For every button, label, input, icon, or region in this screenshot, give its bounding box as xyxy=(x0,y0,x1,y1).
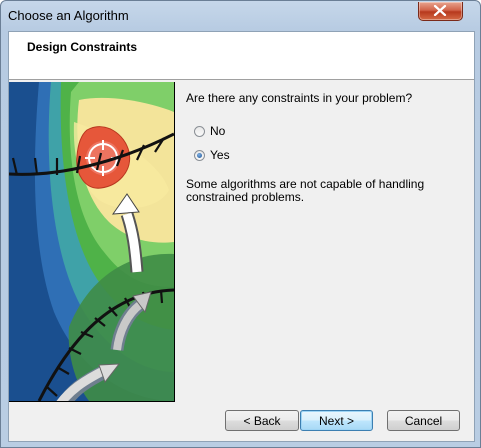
radio-unchecked-icon[interactable] xyxy=(194,125,205,137)
title-bar[interactable]: Choose an Algorithm xyxy=(1,1,480,31)
algorithm-illustration xyxy=(9,82,175,402)
radio-checked-icon[interactable] xyxy=(194,149,205,161)
close-button[interactable] xyxy=(418,2,463,21)
constraints-note: Some algorithms are not capable of handl… xyxy=(186,177,425,204)
cancel-button[interactable]: Cancel xyxy=(387,410,460,431)
next-button[interactable]: Next > xyxy=(300,410,373,431)
wizard-header: Design Constraints xyxy=(9,32,474,80)
page-title: Design Constraints xyxy=(27,40,138,54)
option-no-label[interactable]: No xyxy=(210,124,225,138)
close-icon xyxy=(433,5,447,16)
option-no[interactable]: No xyxy=(194,123,225,139)
dialog-window: Choose an Algorithm Design Constraints A… xyxy=(0,0,481,448)
window-title: Choose an Algorithm xyxy=(8,8,129,23)
back-button[interactable]: < Back xyxy=(225,410,299,431)
option-yes[interactable]: Yes xyxy=(194,147,230,163)
option-yes-label[interactable]: Yes xyxy=(210,148,230,162)
dialog-client-area: Design Constraints Are there any constra… xyxy=(8,31,475,442)
constraints-question: Are there any constraints in your proble… xyxy=(186,91,413,105)
